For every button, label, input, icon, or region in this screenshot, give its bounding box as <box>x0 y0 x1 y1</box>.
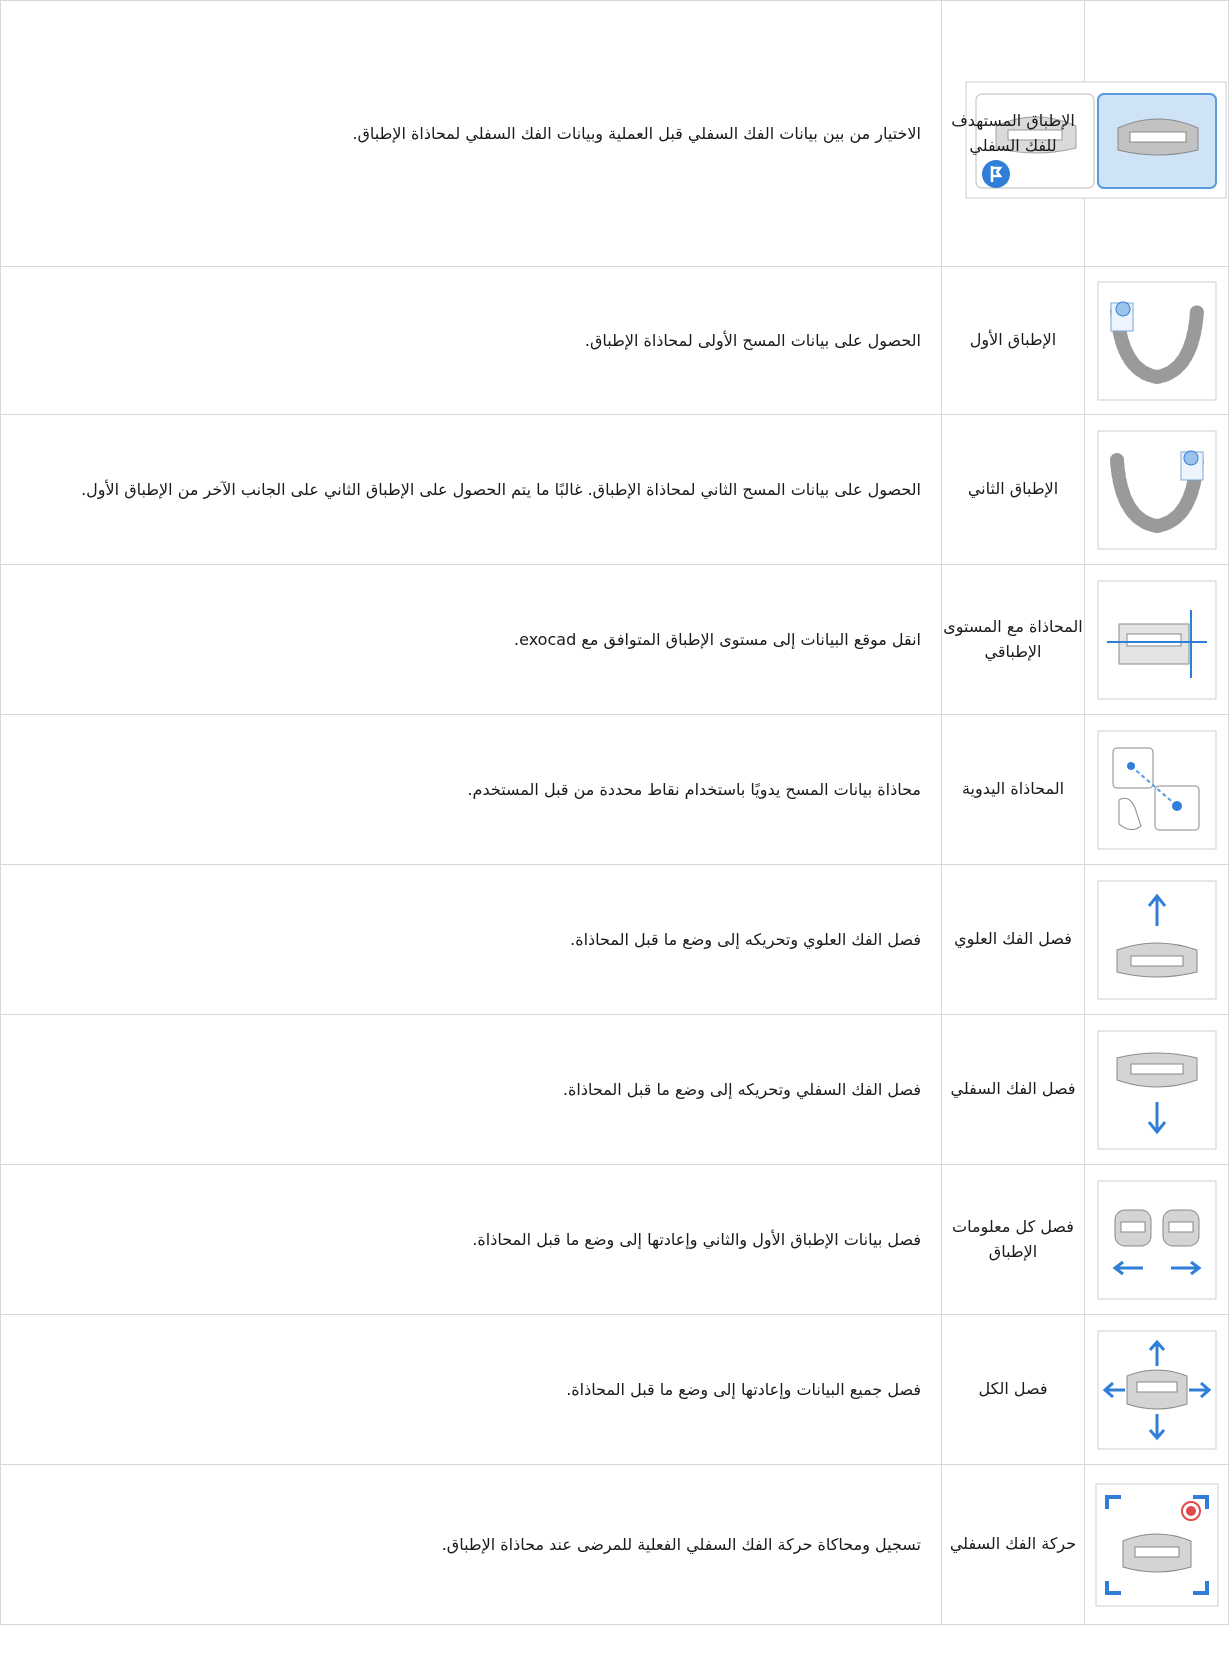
table-row: فصل كل معلومات الإطباق فصل بيانات الإطبا… <box>0 1164 1229 1315</box>
tool-name: المحاذاة اليدوية <box>941 714 1085 865</box>
tool-description: فصل الفك السفلي وتحريكه إلى وضع ما قبل ا… <box>0 1014 942 1165</box>
tools-table: الإطباق المستهدف للفك السفلي الاختيار من… <box>0 0 1229 1625</box>
table-row: المحاذاة مع المستوى الإطباقي انقل موقع ا… <box>0 564 1229 715</box>
table-row: فصل الفك السفلي فصل الفك السفلي وتحريكه … <box>0 1014 1229 1165</box>
icon-cell <box>1084 714 1229 865</box>
separate-lower-jaw-icon <box>1097 1030 1217 1150</box>
icon-cell <box>1084 1164 1229 1315</box>
second-bite-icon <box>1097 430 1217 550</box>
tool-name: الإطباق الأول <box>941 266 1085 415</box>
tool-name: فصل الكل <box>941 1314 1085 1465</box>
table-row: فصل الكل فصل جميع البيانات وإعادتها إلى … <box>0 1314 1229 1465</box>
tool-name: فصل الفك العلوي <box>941 864 1085 1015</box>
separate-upper-jaw-icon <box>1097 880 1217 1000</box>
icon-cell <box>1084 1314 1229 1465</box>
tool-description: محاذاة بيانات المسح يدويًا باستخدام نقاط… <box>0 714 942 865</box>
table-row: حركة الفك السفلي تسجيل ومحاكاة حركة الفك… <box>0 1464 1229 1625</box>
tool-description: انقل موقع البيانات إلى مستوى الإطباق الم… <box>0 564 942 715</box>
tool-description: الحصول على بيانات المسح الثاني لمحاذاة ا… <box>0 414 942 565</box>
tool-name: المحاذاة مع المستوى الإطباقي <box>941 564 1085 715</box>
tool-description: تسجيل ومحاكاة حركة الفك السفلي الفعلية ل… <box>0 1464 942 1625</box>
icon-cell <box>1084 1464 1229 1625</box>
tool-description: الاختيار من بين بيانات الفك السفلي قبل ا… <box>0 0 942 267</box>
tool-name: فصل كل معلومات الإطباق <box>941 1164 1085 1315</box>
separate-all-icon <box>1097 1330 1217 1450</box>
occlusal-plane-alignment-icon <box>1097 580 1217 700</box>
table-row: المحاذاة اليدوية محاذاة بيانات المسح يدو… <box>0 714 1229 865</box>
table-row: فصل الفك العلوي فصل الفك العلوي وتحريكه … <box>0 864 1229 1015</box>
lower-jaw-motion-icon <box>1095 1483 1219 1607</box>
tool-name: حركة الفك السفلي <box>941 1464 1085 1625</box>
first-bite-icon <box>1097 281 1217 401</box>
icon-cell <box>1084 564 1229 715</box>
table-row: الإطباق الثاني الحصول على بيانات المسح ا… <box>0 414 1229 565</box>
icon-cell <box>1084 266 1229 415</box>
tool-description: الحصول على بيانات المسح الأولى لمحاذاة ا… <box>0 266 942 415</box>
tool-name: الإطباق الثاني <box>941 414 1085 565</box>
tool-name: فصل الفك السفلي <box>941 1014 1085 1165</box>
table-row: الإطباق الأول الحصول على بيانات المسح ال… <box>0 266 1229 415</box>
icon-cell <box>1084 864 1229 1015</box>
tool-description: فصل جميع البيانات وإعادتها إلى وضع ما قب… <box>0 1314 942 1465</box>
separate-all-bite-info-icon <box>1097 1180 1217 1300</box>
tool-description: فصل الفك العلوي وتحريكه إلى وضع ما قبل ا… <box>0 864 942 1015</box>
icon-cell <box>1084 414 1229 565</box>
tool-description: فصل بيانات الإطباق الأول والثاني وإعادته… <box>0 1164 942 1315</box>
icon-cell <box>1084 1014 1229 1165</box>
icon-cell <box>965 0 1229 267</box>
document-page: الإطباق المستهدف للفك السفلي الاختيار من… <box>0 0 1229 1674</box>
table-row: الإطباق المستهدف للفك السفلي الاختيار من… <box>0 0 1229 267</box>
manual-alignment-icon <box>1097 730 1217 850</box>
